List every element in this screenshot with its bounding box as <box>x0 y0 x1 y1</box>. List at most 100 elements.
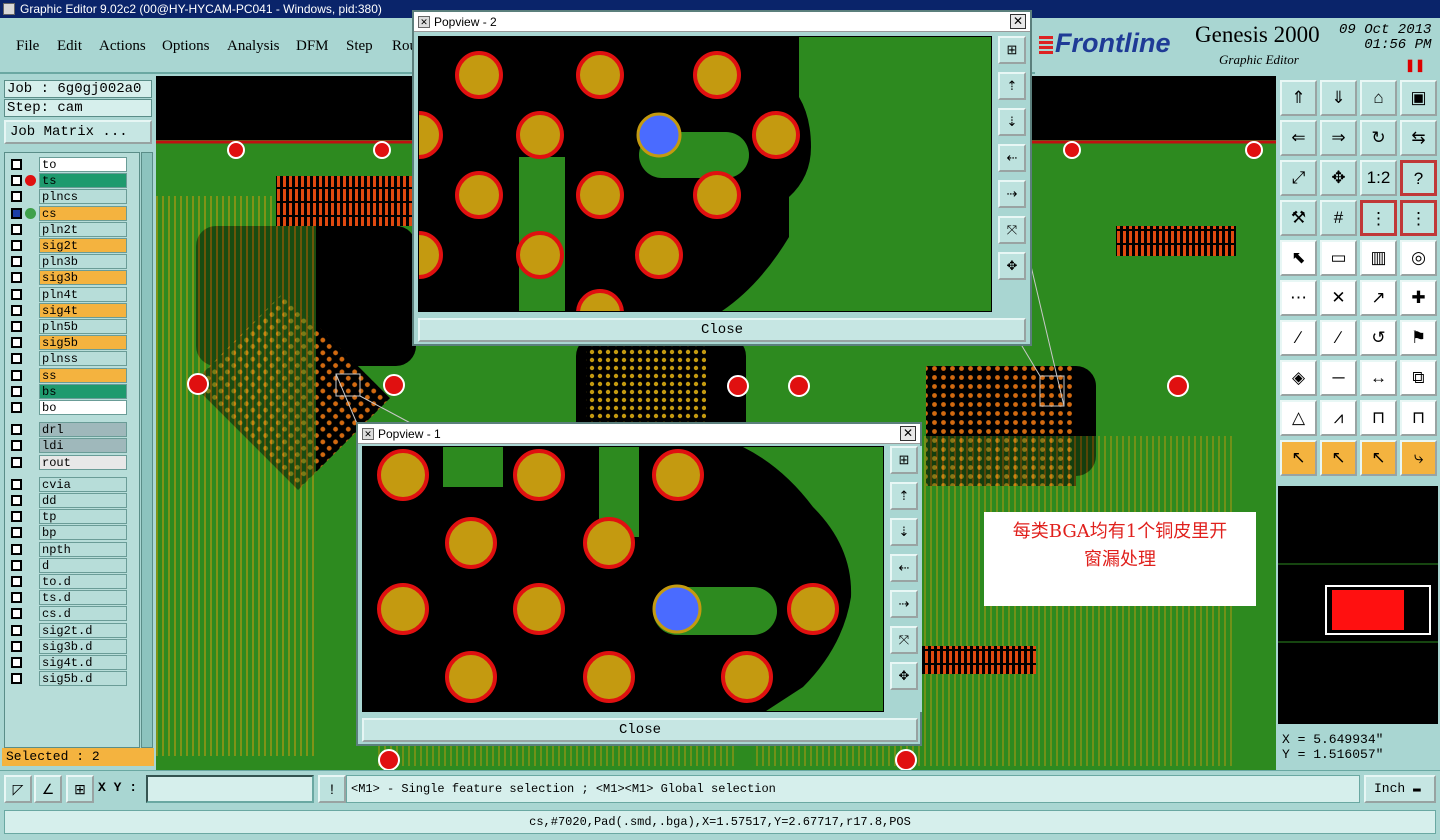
layer-row-dd[interactable]: dd <box>5 493 141 508</box>
layer-row-sig3b-d[interactable]: sig3b.d <box>5 638 141 654</box>
layer-scrollbar[interactable] <box>141 152 153 748</box>
layer-name[interactable]: sig4t <box>39 302 127 318</box>
layer-checkbox[interactable] <box>11 576 22 587</box>
pan-up-icon[interactable]: ⇡ <box>890 482 918 510</box>
layer-checkbox[interactable] <box>11 288 22 300</box>
layer-checkbox[interactable] <box>11 657 22 668</box>
page-left-icon[interactable]: ⇐ <box>1280 120 1317 156</box>
layer-name[interactable]: to.d <box>39 574 127 589</box>
layer-row-bo[interactable]: bo <box>5 400 141 415</box>
layer-row-pln2t[interactable]: pln2t <box>5 221 141 237</box>
layer-name[interactable]: cs <box>39 205 127 221</box>
layer-row-rout[interactable]: rout <box>5 454 141 470</box>
layer-name[interactable]: bp <box>39 525 127 541</box>
segment-icon[interactable]: ─ <box>1320 360 1357 396</box>
page-down-icon[interactable]: ⇓ <box>1320 80 1357 116</box>
layer-name[interactable]: rout <box>39 454 127 470</box>
job-matrix-button[interactable]: Job Matrix ... <box>4 120 152 144</box>
layer-checkbox[interactable] <box>11 175 22 187</box>
pan-up-icon[interactable]: ⇡ <box>998 72 1026 100</box>
layer-row-sig2t[interactable]: sig2t <box>5 238 141 253</box>
menu-actions[interactable]: Actions <box>99 38 146 55</box>
layer-checkbox[interactable] <box>11 527 22 539</box>
zoom-out-icon[interactable]: ⤧ <box>998 216 1026 244</box>
layer-row-sig2t-d[interactable]: sig2t.d <box>5 622 141 638</box>
layer-row-plncs[interactable]: plncs <box>5 189 141 205</box>
pointer-icon[interactable]: ↖ <box>1280 440 1317 476</box>
zoom-fit-icon[interactable]: ⤢ <box>1280 160 1317 196</box>
layer-row-bs[interactable]: bs <box>5 383 141 399</box>
layer-checkbox[interactable] <box>11 321 22 332</box>
angle-icon[interactable]: ∠ <box>34 775 62 803</box>
layer-row-d[interactable]: d <box>5 557 141 573</box>
layer-name[interactable]: ts <box>39 173 127 189</box>
menu-dfm[interactable]: DFM <box>296 38 329 55</box>
window-icon[interactable]: ▣ <box>1400 80 1437 116</box>
polygon-icon[interactable]: ⩘ <box>1320 400 1357 436</box>
popview-1-canvas[interactable] <box>362 446 884 712</box>
copy-icon[interactable]: ⧉ <box>1400 360 1437 396</box>
layer-checkbox[interactable] <box>11 272 22 284</box>
layer-name[interactable]: cs.d <box>39 606 127 622</box>
layer-checkbox[interactable] <box>11 353 22 365</box>
layer-checkbox[interactable] <box>11 478 22 490</box>
layer-row-ss[interactable]: ss <box>5 367 141 383</box>
layer-checkbox[interactable] <box>11 304 22 316</box>
layer-name[interactable]: to <box>39 157 127 172</box>
pan-right-icon[interactable]: ⇢ <box>890 590 918 618</box>
flag-icon[interactable]: ⚑ <box>1400 320 1437 356</box>
layer-checkbox[interactable] <box>11 207 22 219</box>
menu-options[interactable]: Options <box>162 38 210 55</box>
menu-edit[interactable]: Edit <box>57 38 82 55</box>
move-icon[interactable]: ↗ <box>1360 280 1397 316</box>
page-up-icon[interactable]: ⇑ <box>1280 80 1317 116</box>
pointer-box-icon[interactable]: ↖ <box>1320 440 1357 476</box>
target-icon[interactable]: ◎ <box>1400 240 1437 276</box>
dimension-icon[interactable]: ↔ <box>1360 360 1397 396</box>
layer-row-bp[interactable]: bp <box>5 525 141 541</box>
layer-name[interactable]: pln4t <box>39 286 127 302</box>
layer-row-tp[interactable]: tp <box>5 509 141 525</box>
layer-checkbox[interactable] <box>11 495 22 506</box>
layer-name[interactable]: sig2t.d <box>39 622 127 638</box>
layer-checkbox[interactable] <box>11 223 22 235</box>
layer-checkbox[interactable] <box>11 511 22 523</box>
layer-name[interactable]: plncs <box>39 189 127 205</box>
cross-icon[interactable]: ✕ <box>1320 280 1357 316</box>
layer-row-drl[interactable]: drl <box>5 422 141 438</box>
layer-row-pln4t[interactable]: pln4t <box>5 286 141 302</box>
layer-checkbox[interactable] <box>11 624 22 636</box>
layer-row-sig4t[interactable]: sig4t <box>5 302 141 318</box>
zoom-in-icon[interactable]: ✥ <box>998 252 1026 280</box>
popview-2-close-button[interactable]: Close <box>418 318 1026 342</box>
pointer-select-icon[interactable]: ↖ <box>1360 440 1397 476</box>
layer-row-sig4t-d[interactable]: sig4t.d <box>5 655 141 670</box>
node-icon[interactable]: ◈ <box>1280 360 1317 396</box>
tools-icon[interactable]: ⚒ <box>1280 200 1317 236</box>
layer-checkbox[interactable] <box>11 608 22 620</box>
menu-file[interactable]: File <box>16 38 39 55</box>
layer-checkbox[interactable] <box>11 369 22 381</box>
layer-down-icon[interactable]: ⋮ <box>1400 200 1437 236</box>
layer-row-to[interactable]: to <box>5 157 141 172</box>
layer-row-plnss[interactable]: plnss <box>5 351 141 367</box>
layer-name[interactable]: dd <box>39 493 127 508</box>
measure-icon[interactable]: ◸ <box>4 775 32 803</box>
zoom-out-icon[interactable]: ⤧ <box>890 626 918 654</box>
arc-icon[interactable]: ↺ <box>1360 320 1397 356</box>
layer-checkbox[interactable] <box>11 424 22 436</box>
shape-icon[interactable]: ⊓ <box>1400 400 1437 436</box>
layer-row-cs-d[interactable]: cs.d <box>5 606 141 622</box>
layer-row-sig5b-d[interactable]: sig5b.d <box>5 671 141 687</box>
layer-row-sig3b[interactable]: sig3b <box>5 270 141 286</box>
triangle-icon[interactable]: △ <box>1280 400 1317 436</box>
layer-name[interactable]: sig5b.d <box>39 671 127 687</box>
layer-name[interactable]: npth <box>39 541 127 557</box>
menu-step[interactable]: Step <box>346 38 373 55</box>
zoom-home-icon[interactable]: ⊞ <box>998 36 1026 64</box>
close-icon[interactable]: ✕ <box>900 426 916 441</box>
layer-checkbox[interactable] <box>11 456 22 468</box>
grid-icon[interactable]: # <box>1320 200 1357 236</box>
layer-name[interactable]: bo <box>39 400 127 415</box>
layer-row-pln3b[interactable]: pln3b <box>5 254 141 270</box>
